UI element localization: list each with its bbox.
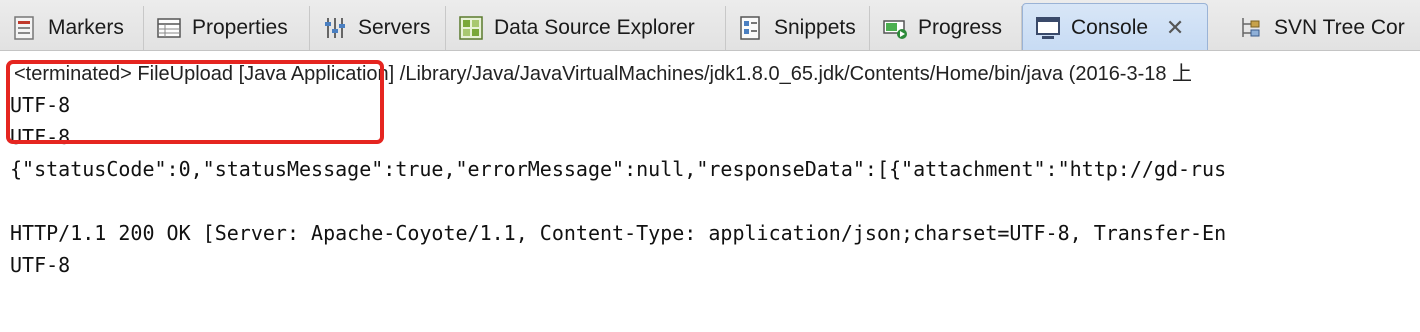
console-text: UTF-8 UTF-8 {"statusCode":0,"statusMessa… <box>10 89 1226 281</box>
tab-snippets[interactable]: Snippets <box>726 6 870 50</box>
tab-properties[interactable]: Properties <box>144 6 310 50</box>
tab-label: Progress <box>918 16 1003 39</box>
tab-servers[interactable]: Servers <box>310 6 446 50</box>
servers-icon <box>322 15 348 41</box>
tab-label: SVN Tree Cor <box>1274 16 1405 39</box>
console-line: {"statusCode":0,"statusMessage":true,"er… <box>10 157 1227 181</box>
progress-icon <box>882 15 908 41</box>
console-process-header: <terminated> FileUpload [Java Applicatio… <box>14 63 1193 85</box>
properties-icon <box>156 15 182 41</box>
eclipse-view-panel: Markers Properties Servers Data Source E… <box>0 0 1420 332</box>
console-icon <box>1035 15 1061 41</box>
snippets-icon <box>738 15 764 41</box>
markers-icon <box>12 15 38 41</box>
svn-tree-icon <box>1238 15 1264 41</box>
console-line: HTTP/1.1 200 OK [Server: Apache-Coyote/1… <box>10 221 1227 245</box>
console-line: UTF-8 <box>10 125 71 149</box>
tab-progress[interactable]: Progress <box>870 6 1022 50</box>
tab-markers[interactable]: Markers <box>0 6 144 50</box>
console-line: UTF-8 <box>10 253 71 277</box>
tab-label: Markers <box>48 16 124 39</box>
view-tab-bar: Markers Properties Servers Data Source E… <box>0 0 1420 51</box>
console-line: UTF-8 <box>10 93 71 117</box>
tab-svn-tree-conflicts[interactable]: SVN Tree Cor <box>1226 6 1420 50</box>
console-output[interactable]: <terminated> FileUpload [Java Applicatio… <box>0 51 1420 332</box>
tab-label: Data Source Explorer <box>494 16 695 39</box>
data-source-explorer-icon <box>458 15 484 41</box>
tab-label: Servers <box>358 16 431 39</box>
tab-label: Properties <box>192 16 288 39</box>
tab-label: Console <box>1071 15 1149 39</box>
tab-console[interactable]: Console ✕ <box>1022 3 1208 50</box>
tab-label: Snippets <box>774 16 856 39</box>
close-icon[interactable]: ✕ <box>1164 16 1186 39</box>
tab-data-source-explorer[interactable]: Data Source Explorer <box>446 6 726 50</box>
